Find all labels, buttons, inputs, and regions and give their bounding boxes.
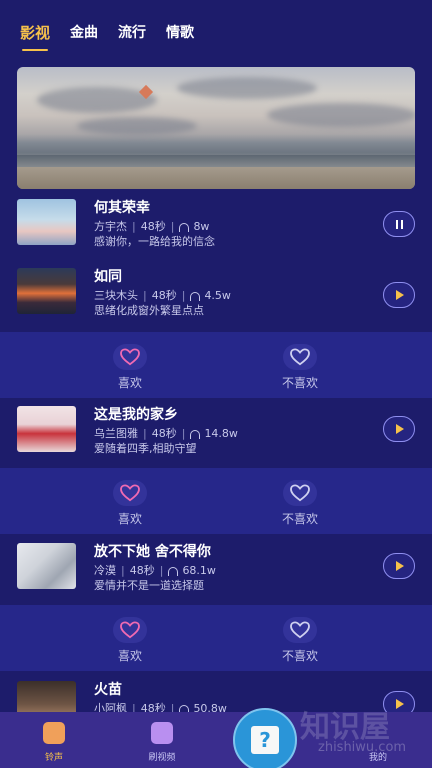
song-artist: 冷漠 [94, 564, 116, 577]
song-item[interactable]: 何其荣幸 方宇杰 | 48秒 | 8w 感谢你，一路给我的信念 [0, 199, 432, 265]
play-icon [396, 561, 404, 571]
song-plays: 8w [193, 219, 210, 233]
song-duration: 48秒 [140, 220, 166, 233]
nav-videos-label: 刷视频 [148, 753, 176, 763]
heart-icon [120, 621, 140, 639]
song-plays: 4.5w [204, 288, 231, 302]
nav-ringtone[interactable]: 铃声 [0, 712, 108, 768]
dislike-button[interactable]: 不喜欢 [260, 344, 340, 391]
song-cover [17, 268, 76, 314]
song-title: 如同 [94, 269, 122, 285]
song-cover [17, 406, 76, 452]
song-plays: 68.1w [182, 563, 216, 577]
bell-icon [43, 722, 65, 744]
vote-band: 喜欢 不喜欢 [0, 605, 432, 671]
vote-band: 喜欢 不喜欢 [0, 468, 432, 534]
like-button[interactable]: 喜欢 [90, 480, 170, 527]
like-label: 喜欢 [117, 376, 142, 390]
play-icon [396, 424, 404, 434]
tab-qingge[interactable]: 情歌 [166, 22, 194, 43]
vote-band: 喜欢 不喜欢 [0, 332, 432, 398]
pause-icon [395, 219, 403, 229]
nav-videos[interactable]: 刷视频 [108, 712, 216, 768]
play-icon [396, 699, 404, 709]
song-title: 这是我的家乡 [94, 407, 178, 423]
song-meta: 三块木头 | 48秒 | 4.5w [94, 288, 231, 303]
category-tabs: 影视 金曲 流行 情歌 [20, 22, 194, 51]
banner-image[interactable] [17, 67, 415, 189]
song-cover [17, 199, 76, 245]
tab-jinqu[interactable]: 金曲 [70, 22, 98, 43]
headphones-icon [168, 566, 179, 576]
pause-button[interactable] [383, 211, 415, 237]
watermark-url: zhishiwu.com [318, 740, 407, 755]
tab-liuxing[interactable]: 流行 [118, 22, 146, 43]
song-duration: 48秒 [151, 427, 177, 440]
song-cover [17, 543, 76, 589]
heart-outline-icon [290, 348, 310, 366]
play-button[interactable] [383, 553, 415, 579]
song-item[interactable]: 放不下她 舍不得你 冷漠 | 48秒 | 68.1w 爱情并不是一道选择题 [0, 543, 432, 609]
headphones-icon [190, 291, 201, 301]
nav-ringtone-label: 铃声 [44, 753, 63, 763]
play-button[interactable] [383, 282, 415, 308]
dislike-button[interactable]: 不喜欢 [260, 480, 340, 527]
question-icon: ? [251, 726, 279, 754]
song-duration: 48秒 [129, 564, 155, 577]
headphones-icon [190, 429, 201, 439]
song-desc: 爱随着四季,相助守望 [94, 442, 197, 455]
like-button[interactable]: 喜欢 [90, 617, 170, 664]
like-label: 喜欢 [117, 649, 142, 663]
watermark-logo: ? [233, 708, 297, 768]
play-icon [396, 290, 404, 300]
song-artist: 三块木头 [94, 289, 138, 302]
song-meta: 方宇杰 | 48秒 | 8w [94, 219, 210, 234]
headphones-icon [179, 222, 190, 232]
heart-outline-icon [290, 621, 310, 639]
dislike-button[interactable]: 不喜欢 [260, 617, 340, 664]
heart-icon [120, 348, 140, 366]
song-title: 放不下她 舍不得你 [94, 544, 211, 560]
song-desc: 感谢你，一路给我的信念 [94, 235, 215, 248]
song-title: 何其荣幸 [94, 200, 150, 216]
like-label: 喜欢 [117, 512, 142, 526]
song-plays: 14.8w [204, 426, 238, 440]
play-button[interactable] [383, 416, 415, 442]
song-artist: 乌兰图雅 [94, 427, 138, 440]
dislike-label: 不喜欢 [281, 649, 318, 663]
song-item[interactable]: 这是我的家乡 乌兰图雅 | 48秒 | 14.8w 爱随着四季,相助守望 [0, 406, 432, 472]
song-meta: 冷漠 | 48秒 | 68.1w [94, 563, 216, 578]
song-title: 火苗 [94, 682, 122, 698]
song-meta: 乌兰图雅 | 48秒 | 14.8w [94, 426, 238, 441]
song-artist: 方宇杰 [94, 220, 127, 233]
like-button[interactable]: 喜欢 [90, 344, 170, 391]
song-desc: 思绪化成窗外繁星点点 [94, 304, 204, 317]
tv-icon [151, 722, 173, 744]
tab-yingshi[interactable]: 影视 [20, 22, 50, 51]
dislike-label: 不喜欢 [281, 376, 318, 390]
song-item[interactable]: 如同 三块木头 | 48秒 | 4.5w 思绪化成窗外繁星点点 [0, 268, 432, 334]
heart-outline-icon [290, 484, 310, 502]
song-duration: 48秒 [151, 289, 177, 302]
dislike-label: 不喜欢 [281, 512, 318, 526]
heart-icon [120, 484, 140, 502]
song-desc: 爱情并不是一道选择题 [94, 579, 204, 592]
